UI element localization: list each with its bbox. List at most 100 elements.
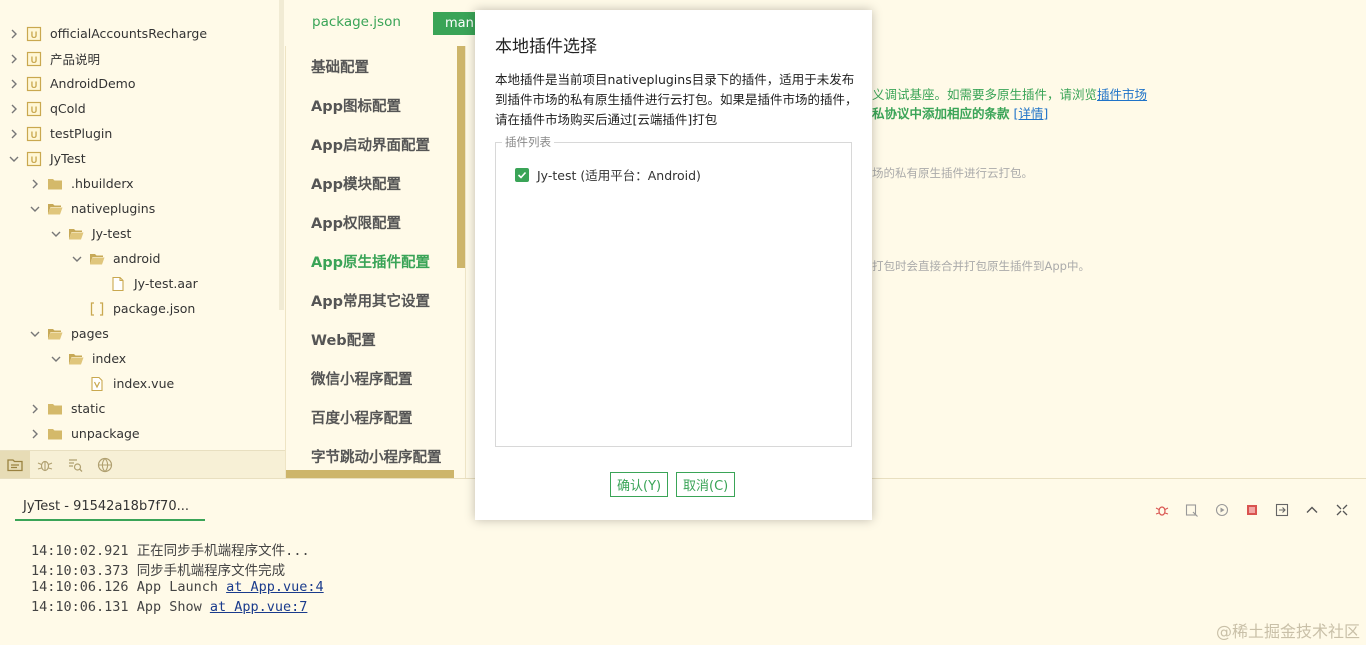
plugin-market-link[interactable]: 插件市场 [1097,87,1147,102]
log-time: 14:10:06.131 [31,599,129,615]
tree-item-index-folder[interactable]: index [50,346,126,371]
tree-item-product-doc[interactable]: U 产品说明 [8,46,100,71]
project-icon: U [26,101,42,117]
debug-bug-icon[interactable] [1151,499,1172,520]
content-cloud-plugin-desc: 打包时会直接合并打包原生插件到App中。 [872,259,1090,273]
log-text: 同步手机端程序文件完成 [136,563,286,579]
svg-text:U: U [31,55,38,65]
log-source-link[interactable]: at App.vue:4 [226,579,324,595]
run-icon[interactable] [1211,499,1232,520]
tree-item-qcold[interactable]: U qCold [8,96,86,121]
log-source-link[interactable]: at App.vue:7 [210,599,308,615]
tree-item-testplugin[interactable]: U testPlugin [8,121,112,146]
project-icon: U [26,151,42,167]
nav-app-other-settings[interactable]: App常用其它设置 [311,290,430,311]
stop-icon[interactable] [1241,499,1262,520]
tree-item-package-json[interactable]: package.json [89,296,195,321]
nav-scrollbar[interactable] [457,46,465,268]
chevron-right-icon[interactable] [8,103,20,115]
tree-item-label: testPlugin [50,126,113,141]
tree-item-jy-test[interactable]: Jy-test [50,221,131,246]
svg-text:U: U [31,130,38,140]
chevron-down-icon[interactable] [8,153,20,165]
chevron-right-icon[interactable] [8,28,20,40]
chevron-down-icon[interactable] [29,328,41,340]
tree-item-jy-test-aar[interactable]: Jy-test.aar [110,271,198,296]
nav-app-native-plugin-config[interactable]: App原生插件配置 [311,251,430,272]
chevron-right-icon[interactable] [8,78,20,90]
search-files-icon[interactable] [60,451,90,479]
folder-open-icon [68,226,84,242]
tab-package-json[interactable]: package.json [312,14,401,30]
tree-item-label: officialAccountsRecharge [50,26,208,41]
tree-item-index-vue[interactable]: index.vue [89,371,174,396]
nav-app-icon-config[interactable]: App图标配置 [311,95,401,116]
clear-console-icon[interactable] [1181,499,1202,520]
chevron-right-icon[interactable] [29,178,41,190]
plugin-checkbox[interactable] [515,167,529,182]
tree-item-label: unpackage [71,426,140,441]
folder-icon [47,401,63,417]
tree-scrollbar[interactable] [279,0,284,310]
tree-item-android[interactable]: android [71,246,160,271]
details-link[interactable]: [详情] [1014,106,1049,121]
folder-open-icon [47,326,63,342]
nav-baidu-mp-config[interactable]: 百度小程序配置 [311,407,413,428]
plugin-row-jy-test[interactable]: Jy-test (适用平台：Android) [515,165,701,184]
cancel-button[interactable]: 取消(C) [676,472,736,497]
collapse-icon[interactable] [1331,499,1352,520]
web-browser-icon[interactable] [90,451,120,479]
nav-app-splash-config[interactable]: App启动界面配置 [311,134,430,155]
tree-item-jytest[interactable]: U JyTest [8,146,86,171]
project-manager-icon[interactable] [0,450,30,479]
chevron-down-icon[interactable] [71,253,83,265]
chevron-right-icon[interactable] [8,53,20,65]
check-icon [517,171,527,179]
chevron-right-icon[interactable] [29,428,41,440]
nav-horizontal-scrollbar[interactable] [286,470,454,478]
log-time: 14:10:03.373 [31,563,129,579]
chevron-up-icon[interactable] [1301,499,1322,520]
chevron-down-icon[interactable] [50,353,62,365]
content-hint-text: 义调试基座。如需要多原生插件，请浏览插件市场 [872,84,1147,103]
export-log-icon[interactable] [1271,499,1292,520]
tree-item-nativeplugins[interactable]: nativeplugins [29,196,155,221]
chevron-right-icon[interactable] [29,403,41,415]
tree-toolbar [0,450,285,479]
debug-icon[interactable] [30,451,60,479]
console-tab[interactable]: JyTest - 91542a18b7f70... [15,499,205,521]
file-tree: U officialAccountsRecharge U 产品说明 U Andr… [0,0,285,450]
tree-item-label: static [71,401,106,416]
chevron-down-icon[interactable] [29,203,41,215]
log-line: 14:10:03.373 同步手机端程序文件完成 [31,559,285,579]
chevron-down-icon[interactable] [50,228,62,240]
tree-item-androiddemo[interactable]: U AndroidDemo [8,71,135,96]
nav-app-permission-config[interactable]: App权限配置 [311,212,401,233]
tree-item-label: pages [71,326,109,341]
nav-basic-config[interactable]: 基础配置 [311,56,369,77]
nav-bytedance-mp-config[interactable]: 字节跳动小程序配置 [311,446,442,467]
tree-item-static[interactable]: static [29,396,105,421]
tree-item-officialaccountsrecharge[interactable]: U officialAccountsRecharge [8,21,207,46]
chevron-right-icon[interactable] [8,128,20,140]
content-privacy-text: 私协议中添加相应的条款 [详情] [872,103,1048,122]
log-text: 正在同步手机端程序文件... [136,543,310,559]
plugin-label: Jy-test (适用平台：Android) [537,168,701,183]
confirm-button[interactable]: 确认(Y) [610,472,669,497]
tree-item-hbuilderx[interactable]: .hbuilderx [29,171,134,196]
svg-text:U: U [31,105,38,115]
log-time: 14:10:06.126 [31,579,129,595]
tree-item-label: 产品说明 [50,52,101,67]
tree-item-label: .hbuilderx [71,176,134,191]
nav-wechat-mp-config[interactable]: 微信小程序配置 [311,368,413,389]
svg-text:U: U [31,155,38,165]
tree-item-pages[interactable]: pages [29,321,109,346]
local-plugin-dialog: 本地插件选择 本地插件是当前项目nativeplugins目录下的插件，适用于未… [475,10,872,520]
tree-item-unpackage[interactable]: unpackage [29,421,140,446]
project-icon: U [26,51,42,67]
tree-item-label: android [113,251,161,266]
nav-web-config[interactable]: Web配置 [311,329,376,350]
nav-app-module-config[interactable]: App模块配置 [311,173,401,194]
svg-text:U: U [31,80,38,90]
tree-item-label: index.vue [113,376,175,391]
